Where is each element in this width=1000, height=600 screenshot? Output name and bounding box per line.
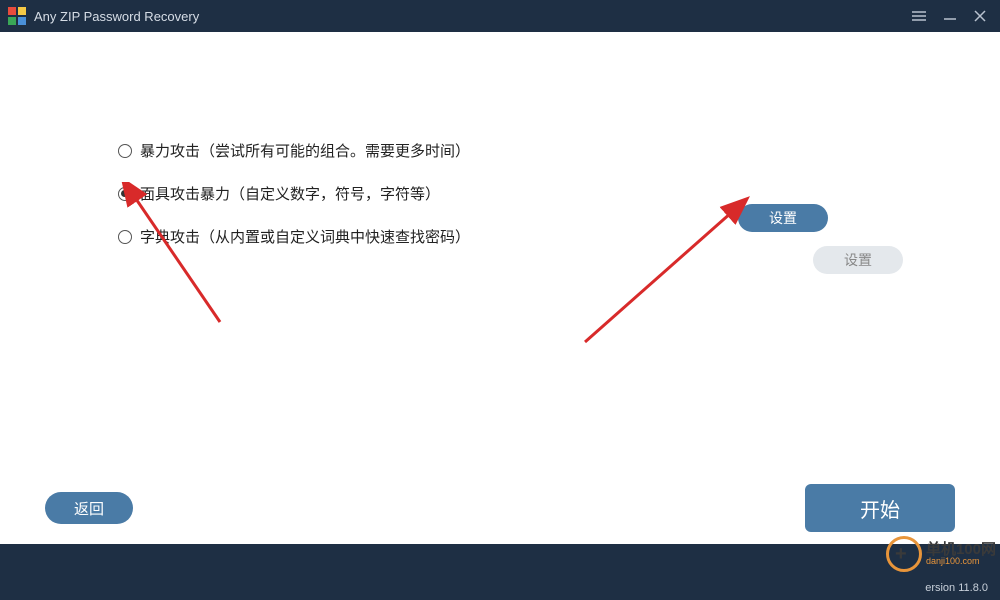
radio-icon [118,230,132,244]
app-icon [8,7,26,25]
option-label: 暴力攻击（尝试所有可能的组合。需要更多时间） [140,140,470,161]
menu-icon[interactable] [912,11,926,21]
option-label: 字典攻击（从内置或自定义词典中快速查找密码） [140,226,470,247]
watermark-title: 单机100网 [926,542,996,557]
version-label: ersion 11.8.0 [925,582,988,594]
app-title: Any ZIP Password Recovery [34,9,912,24]
radio-icon [118,144,132,158]
main-content: 暴力攻击（尝试所有可能的组合。需要更多时间） 面具攻击暴力（自定义数字，符号，字… [0,32,1000,544]
titlebar: Any ZIP Password Recovery [0,0,1000,32]
watermark-url: danji100.com [926,557,996,566]
annotation-arrow-right [570,192,750,347]
option-brute-force[interactable]: 暴力攻击（尝试所有可能的组合。需要更多时间） [118,140,470,161]
footer: + 单机100网 danji100.com ersion 11.8.0 [0,544,1000,600]
attack-options: 暴力攻击（尝试所有可能的组合。需要更多时间） 面具攻击暴力（自定义数字，符号，字… [118,140,470,269]
option-dictionary[interactable]: 字典攻击（从内置或自定义词典中快速查找密码） [118,226,470,247]
minimize-icon[interactable] [944,11,956,21]
window-controls [912,10,992,22]
watermark: + 单机100网 danji100.com [886,536,996,572]
back-button[interactable]: 返回 [45,492,133,524]
button-label: 开始 [860,494,900,523]
radio-icon [118,187,132,201]
close-icon[interactable] [974,10,986,22]
button-label: 设置 [844,250,872,270]
start-button[interactable]: 开始 [805,484,955,532]
option-label: 面具攻击暴力（自定义数字，符号，字符等） [140,183,440,204]
button-label: 返回 [74,498,104,519]
watermark-text: 单机100网 danji100.com [926,542,996,566]
mask-settings-button[interactable]: 设置 [738,204,828,232]
watermark-logo-icon: + [886,536,922,572]
option-mask[interactable]: 面具攻击暴力（自定义数字，符号，字符等） [118,183,470,204]
dictionary-settings-button: 设置 [813,246,903,274]
button-label: 设置 [769,208,797,228]
